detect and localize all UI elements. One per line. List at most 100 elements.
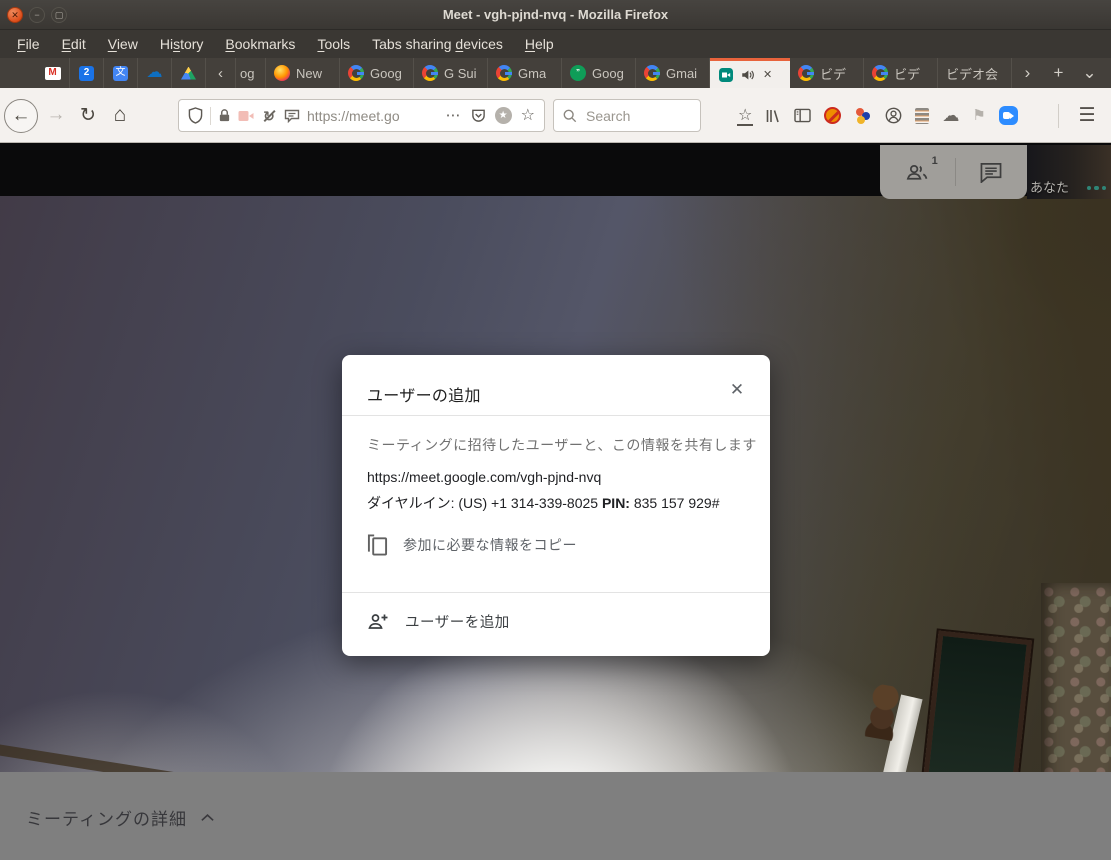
back-button[interactable]: ←	[4, 99, 38, 133]
google-icon	[496, 65, 512, 81]
tab-close-button[interactable]: ✕	[763, 68, 772, 81]
tab-label: ビデオ会	[946, 64, 998, 83]
sidebar-icon[interactable]	[794, 108, 811, 123]
notifications-icon[interactable]	[284, 109, 300, 123]
google-icon	[872, 65, 888, 81]
person-add-icon	[367, 613, 389, 630]
people-icon	[904, 162, 931, 182]
scroll-tabs-left-button[interactable]: ‹	[206, 58, 236, 88]
toolbar-extension-icons: ☆ ☁ ⚑	[738, 99, 1018, 132]
tab-label: Gma	[518, 66, 546, 81]
pinned-tab-gmail[interactable]: M	[36, 58, 70, 88]
dialog-close-button[interactable]: ✕	[725, 378, 749, 402]
tab[interactable]: ビデオ会	[938, 58, 1012, 88]
tab[interactable]: New	[266, 58, 340, 88]
tab-label: Goog	[370, 66, 402, 81]
url-text[interactable]: https://meet.go	[307, 108, 439, 124]
tab-active-meet[interactable]: ✕	[710, 58, 790, 88]
bookmark-icon[interactable]: ☆	[521, 108, 535, 124]
dialin-info: ダイヤルイン: (US) +1 314-339-8025 PIN: 835 15…	[367, 493, 720, 513]
shield-icon[interactable]	[188, 107, 203, 124]
scroll-tabs-right-button[interactable]: ›	[1012, 58, 1043, 88]
search-bar[interactable]	[553, 99, 701, 132]
meeting-details-button[interactable]: ミーティングの詳細	[26, 805, 215, 830]
google-icon	[644, 65, 660, 81]
add-users-label: ユーザーを追加	[405, 611, 510, 632]
tab-bar: M2文 ☁ ‹ og New Goog G Sui Gma ”GoogGmai ✕ ビデ ビデ ビデ…	[0, 58, 1111, 88]
cloud-icon[interactable]: ☁	[942, 107, 959, 124]
library-icon[interactable]	[765, 108, 781, 124]
url-bar[interactable]: ↻ https://meet.go ⋯ ★ ☆	[178, 99, 545, 132]
you-label: あなた	[1030, 177, 1069, 196]
participants-button[interactable]: 1	[904, 162, 931, 182]
pin-label: PIN:	[602, 495, 630, 511]
navigation-toolbar: ← → ↻ ⌂ ↻ https://meet.go ⋯ ★ ☆ ☆ ☁ ⚑ ☰	[0, 88, 1111, 143]
title-bar: ✕ − ▢ Meet - vgh-pjnd-nvq - Mozilla Fire…	[0, 0, 1111, 30]
new-tab-button[interactable]: +	[1043, 58, 1074, 88]
tab-label: ビデ	[894, 64, 920, 83]
chat-button[interactable]	[979, 162, 1003, 183]
self-video-tile[interactable]: あなた	[1027, 145, 1111, 199]
menu-help[interactable]: Help	[514, 36, 565, 52]
account-icon[interactable]	[885, 107, 902, 124]
dialog-divider-2	[342, 592, 770, 593]
tab-audio-icon[interactable]	[740, 68, 755, 82]
app-menu-button[interactable]: ☰	[1070, 99, 1104, 132]
google-icon	[422, 65, 438, 81]
translate-icon: 文	[113, 66, 128, 81]
meeting-details-label: ミーティングの詳細	[26, 805, 187, 830]
copy-icon	[367, 533, 388, 557]
meet-icon	[718, 67, 734, 83]
bookmark-star-icon[interactable]: ☆	[738, 108, 752, 124]
autoplay-blocked-icon[interactable]: ↻	[261, 108, 277, 124]
dialin-number: (US) +1 314-339-8025	[458, 495, 598, 511]
participants-count: 1	[932, 155, 938, 167]
flag-icon[interactable]: ⚑	[972, 108, 985, 123]
tab[interactable]: Goog	[340, 58, 414, 88]
identity-divider	[210, 107, 211, 125]
tab-label: Goog	[592, 66, 624, 81]
tab[interactable]: Gmai	[636, 58, 710, 88]
copy-joining-info-button[interactable]: 参加に必要な情報をコピー	[367, 533, 577, 557]
search-icon	[563, 109, 577, 123]
tab[interactable]: ”Goog	[562, 58, 636, 88]
menu-view[interactable]: View	[97, 36, 149, 52]
page-actions-icon[interactable]: ⋯	[446, 108, 462, 123]
search-input[interactable]	[584, 107, 691, 125]
tab[interactable]: ビデ	[790, 58, 864, 88]
zoom-icon[interactable]	[999, 106, 1018, 125]
pocket-icon[interactable]	[471, 108, 486, 123]
forward-button[interactable]: →	[40, 99, 72, 131]
menu-edit[interactable]: Edit	[51, 36, 97, 52]
adblock-icon[interactable]	[824, 107, 841, 124]
menu-tabs-sharing-devices[interactable]: Tabs sharing devices	[361, 36, 514, 52]
menu-tools[interactable]: Tools	[306, 36, 361, 52]
home-button[interactable]: ⌂	[104, 99, 136, 131]
menu-bookmarks[interactable]: Bookmarks	[214, 36, 306, 52]
reload-button[interactable]: ↻	[72, 99, 104, 131]
tab[interactable]: og	[236, 58, 266, 88]
containers-icon[interactable]	[854, 108, 872, 124]
pinned-tab-gdrive[interactable]	[172, 58, 206, 88]
pinned-tab-calendar[interactable]: 2	[70, 58, 104, 88]
panel-divider	[955, 158, 956, 186]
tab[interactable]: ビデ	[864, 58, 938, 88]
tab-label: ビデ	[820, 64, 846, 83]
tab-strip: og New Goog G Sui Gma ”GoogGmai ✕ ビデ ビデ ビデオ会	[236, 58, 1012, 88]
dialog-divider	[342, 415, 770, 416]
pinned-tab-onedrive[interactable]: ☁	[138, 58, 172, 88]
menu-file[interactable]: File	[6, 36, 51, 52]
tab-label: New	[296, 66, 322, 81]
tab[interactable]: G Sui	[414, 58, 488, 88]
menu-history[interactable]: History	[149, 36, 215, 52]
dialog-title: ユーザーの追加	[367, 382, 481, 406]
activity-icon[interactable]: ★	[495, 107, 512, 124]
tab[interactable]: Gma	[488, 58, 562, 88]
add-users-button[interactable]: ユーザーを追加	[367, 611, 510, 632]
passwords-icon[interactable]	[915, 108, 929, 124]
tab-dropdown-button[interactable]: ⌄	[1074, 58, 1105, 88]
pinned-tab-translate[interactable]: 文	[104, 58, 138, 88]
lock-icon[interactable]	[218, 108, 231, 123]
camera-icon[interactable]	[238, 110, 254, 122]
google-icon	[798, 65, 814, 81]
